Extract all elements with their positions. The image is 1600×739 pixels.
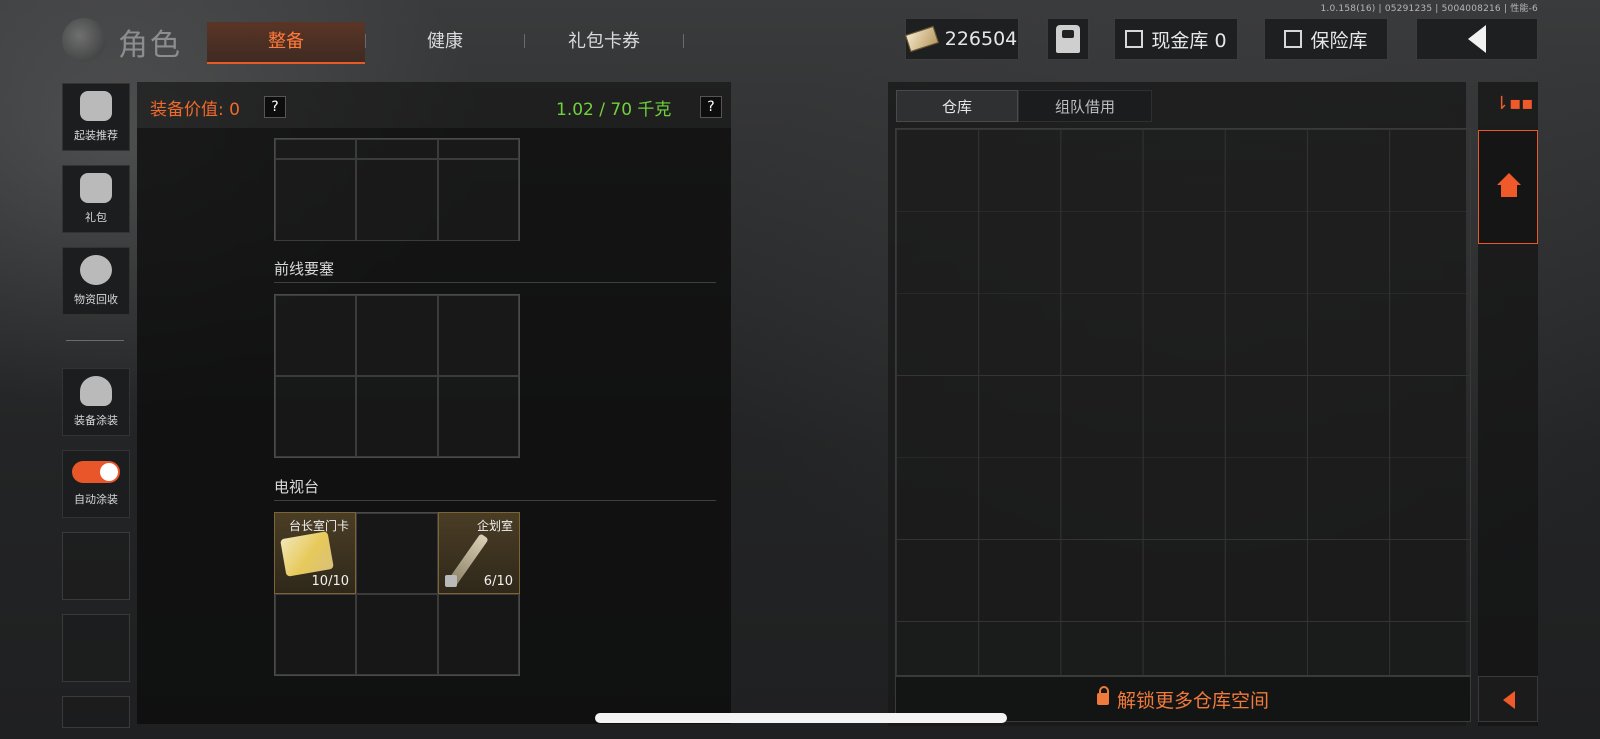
section-divider — [274, 282, 716, 283]
item-count: 6/10 — [483, 574, 513, 589]
equipment-weight: 1.02 / 70 千克 — [556, 100, 672, 120]
currency-display[interactable]: 226504 — [904, 18, 1019, 60]
grid-cell[interactable] — [437, 295, 519, 376]
keycard-icon — [280, 531, 334, 577]
back-arrow-icon — [1468, 25, 1486, 53]
empty-sidebar-slot — [62, 532, 130, 600]
sidebar-item-recycle[interactable]: 物资回收 — [62, 247, 130, 315]
tab-gift-vouchers[interactable]: 礼包卡券 — [525, 22, 683, 62]
lock-icon — [1096, 686, 1109, 705]
grid-cell[interactable] — [437, 139, 519, 159]
cash-vault-icon — [1125, 30, 1144, 48]
unlock-label: 解锁更多仓库空间 — [1116, 689, 1269, 712]
tab-label: 健康 — [427, 31, 463, 52]
page-title: 角色 — [118, 28, 182, 63]
sidebar-item-skin[interactable]: 装备涂装 — [62, 368, 130, 436]
cash-vault-button[interactable]: 现金库 0 — [1114, 18, 1238, 60]
grid-cell[interactable] — [356, 139, 438, 159]
sidebar-item-label: 装备涂装 — [74, 414, 118, 427]
container-grid[interactable] — [274, 294, 520, 458]
grid-cell[interactable] — [437, 594, 519, 675]
section-title: 前线要塞 — [274, 260, 335, 278]
equipment-value: 装备价值: 0 — [150, 100, 240, 120]
toggle-icon[interactable] — [72, 461, 120, 483]
cash-icon — [904, 25, 939, 53]
safe-vault-label: 保险库 — [1310, 29, 1368, 52]
grid-cell[interactable] — [356, 159, 438, 241]
collapse-button[interactable] — [1478, 676, 1538, 722]
grid-cell[interactable] — [275, 594, 357, 675]
sidebar-divider — [66, 340, 124, 341]
grid-cell[interactable] — [275, 139, 357, 159]
helmet-gun-icon — [80, 91, 112, 121]
home-icon — [1497, 173, 1521, 197]
grid-cell[interactable] — [356, 295, 438, 376]
empty-sidebar-slot — [62, 696, 130, 728]
logo-icon — [62, 18, 106, 62]
home-indicator[interactable] — [595, 713, 1007, 723]
tab-label: 仓库 — [941, 98, 972, 116]
sidebar-item-auto-skin[interactable]: 自动涂装 — [62, 450, 130, 518]
safe-vault-button[interactable]: 保险库 — [1264, 18, 1388, 60]
item-count: 10/10 — [311, 574, 349, 589]
grid-cell[interactable] — [275, 295, 357, 376]
safe-icon — [1284, 30, 1303, 48]
sidebar-item-label: 礼包 — [85, 211, 107, 224]
recycle-icon — [80, 255, 112, 285]
tab-divider — [683, 34, 684, 48]
cash-vault-label: 现金库 0 — [1151, 29, 1227, 52]
home-storage-button[interactable] — [1478, 130, 1538, 244]
soldier-icon — [80, 376, 112, 406]
item-key[interactable]: 企划室 6/10 — [438, 512, 520, 594]
warehouse-grid[interactable] — [895, 128, 1471, 676]
agent-button[interactable] — [1047, 18, 1089, 60]
sort-icon[interactable]: ⇂▪▪ — [1494, 94, 1533, 114]
weight-help-icon[interactable]: ? — [700, 96, 722, 118]
grid-cell[interactable] — [356, 594, 438, 675]
value-help-icon[interactable]: ? — [264, 96, 286, 118]
grid-cell[interactable] — [275, 159, 357, 241]
sidebar-item-label: 自动涂装 — [74, 493, 118, 506]
grid-cell[interactable] — [275, 376, 357, 457]
tab-warehouse[interactable]: 仓库 — [896, 90, 1018, 122]
gift-icon — [80, 173, 112, 203]
section-divider — [274, 500, 716, 501]
version-info: 1.0.158(16) | 05291235 | 5004008216 | 性能… — [1320, 4, 1538, 14]
tab-team-borrow[interactable]: 组队借用 — [1018, 90, 1152, 122]
tab-label: 组队借用 — [1054, 98, 1115, 116]
grid-cell[interactable] — [437, 376, 519, 457]
item-keycard[interactable]: 台长室门卡 10/10 — [274, 512, 356, 594]
item-name: 台长室门卡 — [288, 519, 349, 533]
tab-zhengbei[interactable]: 整备 — [207, 22, 365, 64]
sidebar-item-recommend[interactable]: 起装推荐 — [62, 83, 130, 151]
grid-cell[interactable] — [437, 159, 519, 241]
currency-amount: 226504 — [944, 28, 1018, 50]
empty-sidebar-slot — [62, 614, 130, 682]
grid-cell[interactable] — [356, 513, 438, 594]
durability-icon — [445, 575, 457, 587]
back-button[interactable] — [1416, 18, 1538, 60]
sidebar-item-gift[interactable]: 礼包 — [62, 165, 130, 233]
tab-health[interactable]: 健康 — [366, 22, 524, 62]
agent-icon — [1056, 25, 1080, 53]
grid-cell[interactable] — [356, 376, 438, 457]
item-name: 企划室 — [476, 519, 513, 533]
tab-label: 整备 — [268, 31, 304, 52]
sidebar-item-label: 起装推荐 — [74, 129, 118, 142]
sidebar-item-label: 物资回收 — [74, 293, 118, 306]
container-grid[interactable] — [274, 138, 520, 241]
section-title: 电视台 — [274, 478, 320, 496]
tab-label: 礼包卡券 — [568, 31, 640, 52]
